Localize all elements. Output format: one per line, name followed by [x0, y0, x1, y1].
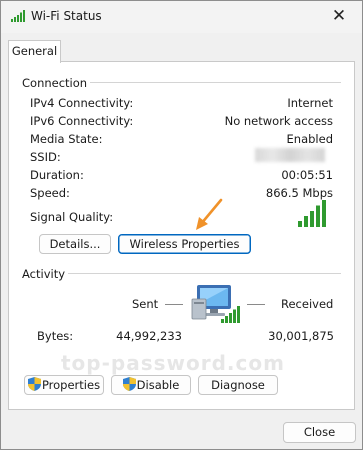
signal-quality-label: Signal Quality: — [30, 210, 114, 224]
activity-section-label: Activity — [22, 267, 69, 281]
diagnose-button[interactable]: Diagnose — [198, 375, 278, 395]
wifi-status-dialog: Wi-Fi Status ✕ General Connection IPv4 C… — [0, 0, 363, 450]
duration-value: 00:05:51 — [281, 168, 333, 182]
network-computer-icon — [191, 283, 243, 332]
properties-button[interactable]: Properties — [24, 375, 104, 395]
ssid-label: SSID: — [30, 150, 61, 164]
tab-general[interactable]: General — [8, 40, 61, 63]
ssid-value-redacted — [255, 148, 325, 162]
uac-shield-icon — [27, 377, 41, 396]
bytes-label: Bytes: — [37, 329, 74, 343]
speed-label: Speed: — [30, 186, 70, 200]
duration-label: Duration: — [30, 168, 84, 182]
title-bar: Wi-Fi Status ✕ — [1, 1, 362, 33]
ipv6-connectivity-value: No network access — [224, 114, 333, 128]
ipv6-connectivity-label: IPv6 Connectivity: — [30, 114, 134, 128]
media-state-value: Enabled — [286, 132, 333, 146]
received-line — [247, 304, 265, 305]
received-label: Received — [281, 297, 334, 311]
properties-button-label: Properties — [41, 378, 101, 392]
watermark-text: top-password.com — [61, 351, 285, 375]
ipv4-connectivity-label: IPv4 Connectivity: — [30, 96, 134, 110]
close-button[interactable]: Close — [283, 422, 356, 443]
wireless-properties-button[interactable]: Wireless Properties — [118, 234, 251, 254]
ipv4-connectivity-value: Internet — [287, 96, 333, 110]
signal-quality-bars-icon — [298, 200, 328, 230]
speed-value: 866.5 Mbps — [265, 186, 333, 200]
wifi-signal-icon — [11, 10, 27, 25]
annotation-arrow-icon — [193, 198, 223, 235]
close-window-button[interactable]: ✕ — [316, 1, 362, 33]
bytes-received-value: 30,001,875 — [268, 329, 334, 343]
media-state-label: Media State: — [30, 132, 103, 146]
disable-button[interactable]: Disable — [111, 375, 191, 395]
disable-button-label: Disable — [136, 378, 180, 392]
uac-shield-icon — [122, 377, 136, 396]
connection-section-label: Connection — [22, 76, 91, 90]
sent-label: Sent — [132, 297, 159, 311]
bytes-sent-value: 44,992,233 — [116, 329, 182, 343]
details-button[interactable]: Details... — [39, 234, 111, 254]
activity-divider — [65, 273, 341, 274]
window-title: Wi-Fi Status — [31, 9, 102, 23]
connection-divider — [83, 82, 341, 83]
sent-line — [165, 304, 183, 305]
